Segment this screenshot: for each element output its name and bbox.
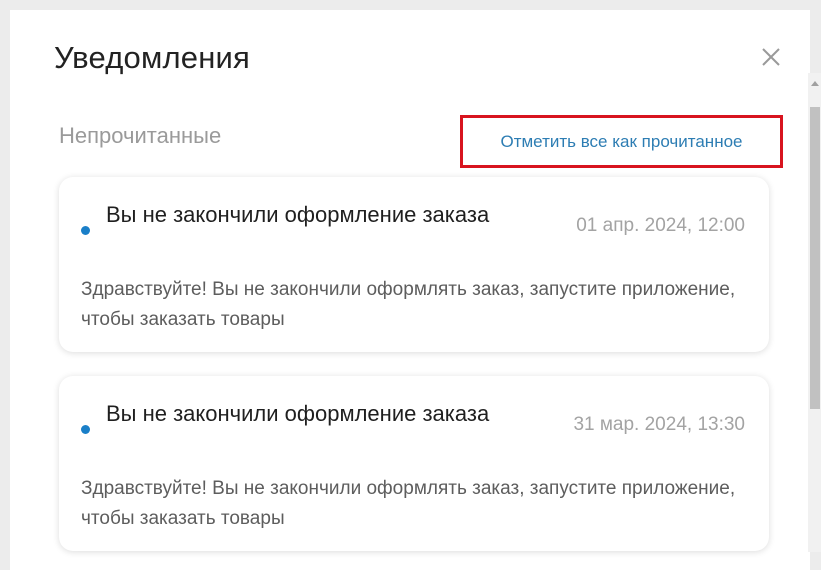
- close-button[interactable]: [759, 45, 783, 69]
- scrollbar-thumb[interactable]: [810, 107, 820, 409]
- notifications-dialog: Уведомления Непрочитанные Отметить все к…: [10, 10, 810, 570]
- notification-body: Здравствуйте! Вы не закончили оформлять …: [81, 478, 736, 529]
- notification-title: Вы не закончили оформление заказа: [106, 202, 490, 227]
- unread-dot-icon: [81, 425, 90, 434]
- scrollbar[interactable]: [808, 73, 821, 552]
- notification-body: Здравствуйте! Вы не закончили оформлять …: [81, 279, 736, 330]
- notification-title: Вы не закончили оформление заказа: [106, 401, 490, 426]
- notification-card[interactable]: Вы не закончили оформление заказа 01 апр…: [59, 177, 769, 352]
- notification-date: 01 апр. 2024, 12:00: [576, 215, 745, 236]
- scroll-up-arrow-icon[interactable]: [811, 81, 819, 86]
- mark-all-highlight: Отметить все как прочитанное: [460, 115, 783, 168]
- dialog-title: Уведомления: [54, 40, 251, 75]
- mark-all-read-link[interactable]: Отметить все как прочитанное: [500, 132, 742, 152]
- notification-date: 31 мар. 2024, 13:30: [573, 414, 745, 435]
- section-label-unread: Непрочитанные: [59, 123, 222, 148]
- notification-card[interactable]: Вы не закончили оформление заказа 31 мар…: [59, 376, 769, 551]
- unread-dot-icon: [81, 226, 90, 235]
- close-icon: [762, 48, 780, 66]
